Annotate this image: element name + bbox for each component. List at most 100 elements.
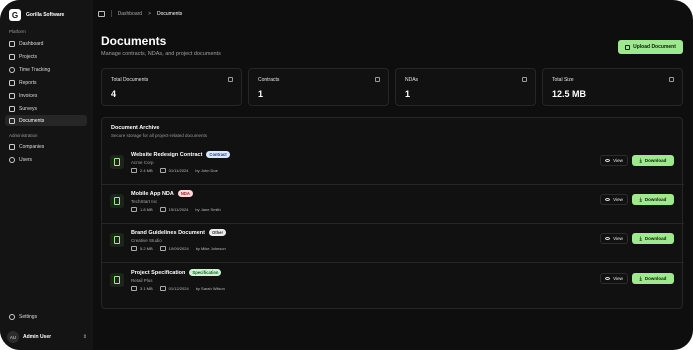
upload-document-button[interactable]: Upload Document bbox=[618, 40, 683, 54]
type-badge: Contract bbox=[206, 151, 230, 158]
brand-logo: G bbox=[9, 9, 21, 21]
download-button[interactable]: ⤓ Download bbox=[632, 233, 674, 244]
sidebar-item-users[interactable]: Users bbox=[5, 154, 87, 165]
file-size: 1.8 MB bbox=[140, 207, 153, 212]
brand[interactable]: G Gorilla Software bbox=[9, 9, 64, 21]
breadcrumb-dashboard[interactable]: Dashboard bbox=[118, 11, 142, 17]
stat-label: Total Documents bbox=[111, 77, 149, 83]
document-icon bbox=[375, 77, 380, 82]
sidebar-item-label: Invoices bbox=[19, 92, 38, 99]
file-icon bbox=[110, 273, 124, 287]
stat-value: 12.5 MB bbox=[552, 89, 587, 99]
sidebar-item-label: Surveys bbox=[19, 105, 38, 112]
stat-card-contracts: Contracts 1 bbox=[248, 68, 389, 106]
breadcrumb-separator: > bbox=[148, 10, 151, 17]
brand-name: Gorilla Software bbox=[26, 12, 65, 18]
breadcrumb: Dashboard > Documents bbox=[98, 10, 182, 17]
stat-value: 1 bbox=[405, 89, 411, 99]
sidebar-item-settings[interactable]: Settings bbox=[5, 311, 87, 322]
type-badge: Other bbox=[208, 229, 227, 236]
table-row: Project Specification Specification Reta… bbox=[102, 264, 684, 303]
sidebar-item-label: Dashboard bbox=[19, 40, 44, 47]
stat-value: 1 bbox=[258, 89, 264, 99]
document-author: by Sarah Wilson bbox=[195, 286, 225, 291]
view-label: View bbox=[613, 236, 623, 241]
stat-card-total-documents: Total Documents 4 bbox=[101, 68, 242, 106]
download-icon: ⤓ bbox=[639, 157, 642, 164]
sidebar-toggle-icon[interactable] bbox=[98, 10, 105, 17]
app-window: G Gorilla Software Platform Dashboard Pr… bbox=[0, 0, 693, 350]
sidebar-item-dashboard[interactable]: Dashboard bbox=[5, 38, 87, 49]
users-icon bbox=[9, 156, 15, 163]
receipt-icon bbox=[9, 92, 15, 99]
document-icon bbox=[522, 77, 527, 82]
file-size: 3.1 MB bbox=[140, 286, 153, 291]
sidebar-item-time-tracking[interactable]: Time Tracking bbox=[5, 64, 87, 75]
document-author: by John Doe bbox=[195, 168, 218, 173]
stat-label: Contracts bbox=[258, 77, 280, 83]
view-button[interactable]: View bbox=[600, 273, 628, 284]
view-button[interactable]: View bbox=[600, 155, 628, 166]
file-size-icon bbox=[131, 246, 137, 251]
archive-subtitle: Secure storage for all project-related d… bbox=[111, 133, 208, 138]
download-label: Download bbox=[644, 158, 667, 163]
stat-label: Total Size bbox=[552, 77, 574, 83]
table-row: Website Redesign Contract Contract Acme … bbox=[102, 146, 684, 185]
document-author: by Jane Smith bbox=[195, 207, 221, 212]
type-badge: NDA bbox=[177, 190, 193, 197]
sidebar-item-surveys[interactable]: Surveys bbox=[5, 103, 87, 114]
file-size: 2.4 MB bbox=[140, 168, 153, 173]
file-size-icon bbox=[131, 168, 137, 173]
download-icon: ⤓ bbox=[639, 275, 642, 282]
sidebar-item-label: Users bbox=[19, 156, 33, 163]
sidebar-item-documents[interactable]: Documents bbox=[5, 115, 87, 126]
administration-group-label: Administration bbox=[9, 133, 38, 138]
clock-icon bbox=[9, 66, 15, 73]
document-name: Brand Guidelines Document bbox=[131, 229, 205, 236]
file-size-icon bbox=[131, 286, 137, 291]
document-archive: Document Archive Secure storage for all … bbox=[101, 117, 684, 309]
download-label: Download bbox=[644, 236, 667, 241]
download-button[interactable]: ⤓ Download bbox=[632, 155, 674, 166]
document-date: 10/09/2024 bbox=[168, 246, 189, 251]
sidebar-item-reports[interactable]: Reports bbox=[5, 77, 87, 88]
stat-card-total-size: Total Size 12.5 MB bbox=[542, 68, 683, 106]
file-icon bbox=[110, 194, 124, 208]
company-name: Retail Plus bbox=[131, 278, 153, 283]
sidebar-item-projects[interactable]: Projects bbox=[5, 51, 87, 62]
download-icon: ⤓ bbox=[639, 235, 642, 242]
sidebar-item-label: Time Tracking bbox=[19, 66, 51, 73]
download-label: Download bbox=[644, 276, 667, 281]
document-name: Website Redesign Contract bbox=[131, 151, 203, 158]
folder-icon bbox=[9, 53, 15, 60]
sidebar-item-label: Companies bbox=[19, 143, 45, 150]
download-button[interactable]: ⤓ Download bbox=[632, 273, 674, 284]
platform-group-label: Platform bbox=[9, 29, 26, 34]
page-subtitle: Manage contracts, NDAs, and project docu… bbox=[101, 51, 221, 57]
sidebar-item-label: Settings bbox=[19, 313, 38, 320]
sidebar-item-label: Projects bbox=[19, 53, 38, 60]
sidebar-item-invoices[interactable]: Invoices bbox=[5, 90, 87, 101]
document-date: 01/11/2024 bbox=[168, 168, 189, 173]
stat-card-ndas: NDAs 1 bbox=[395, 68, 536, 106]
file-size: 5.2 MB bbox=[140, 246, 153, 251]
archive-icon bbox=[228, 77, 233, 82]
company-name: Creative Studio bbox=[131, 238, 162, 243]
download-button[interactable]: ⤓ Download bbox=[632, 194, 674, 205]
eye-icon bbox=[605, 277, 611, 280]
bar-chart-icon bbox=[9, 79, 15, 86]
calendar-icon bbox=[159, 246, 166, 251]
file-icon bbox=[110, 233, 124, 247]
sidebar: G Gorilla Software Platform Dashboard Pr… bbox=[0, 0, 93, 350]
view-button[interactable]: View bbox=[600, 233, 628, 244]
stat-value: 4 bbox=[111, 89, 117, 99]
chevron-up-down-icon: ⇕ bbox=[82, 334, 87, 340]
page-title: Documents bbox=[101, 34, 167, 48]
view-label: View bbox=[613, 158, 623, 163]
sidebar-item-companies[interactable]: Companies bbox=[5, 141, 87, 152]
user-menu[interactable]: AU Admin User ⇕ bbox=[7, 331, 87, 343]
company-name: Acme Corp bbox=[131, 160, 154, 165]
view-label: View bbox=[613, 276, 623, 281]
view-button[interactable]: View bbox=[600, 194, 628, 205]
file-icon bbox=[110, 155, 124, 169]
